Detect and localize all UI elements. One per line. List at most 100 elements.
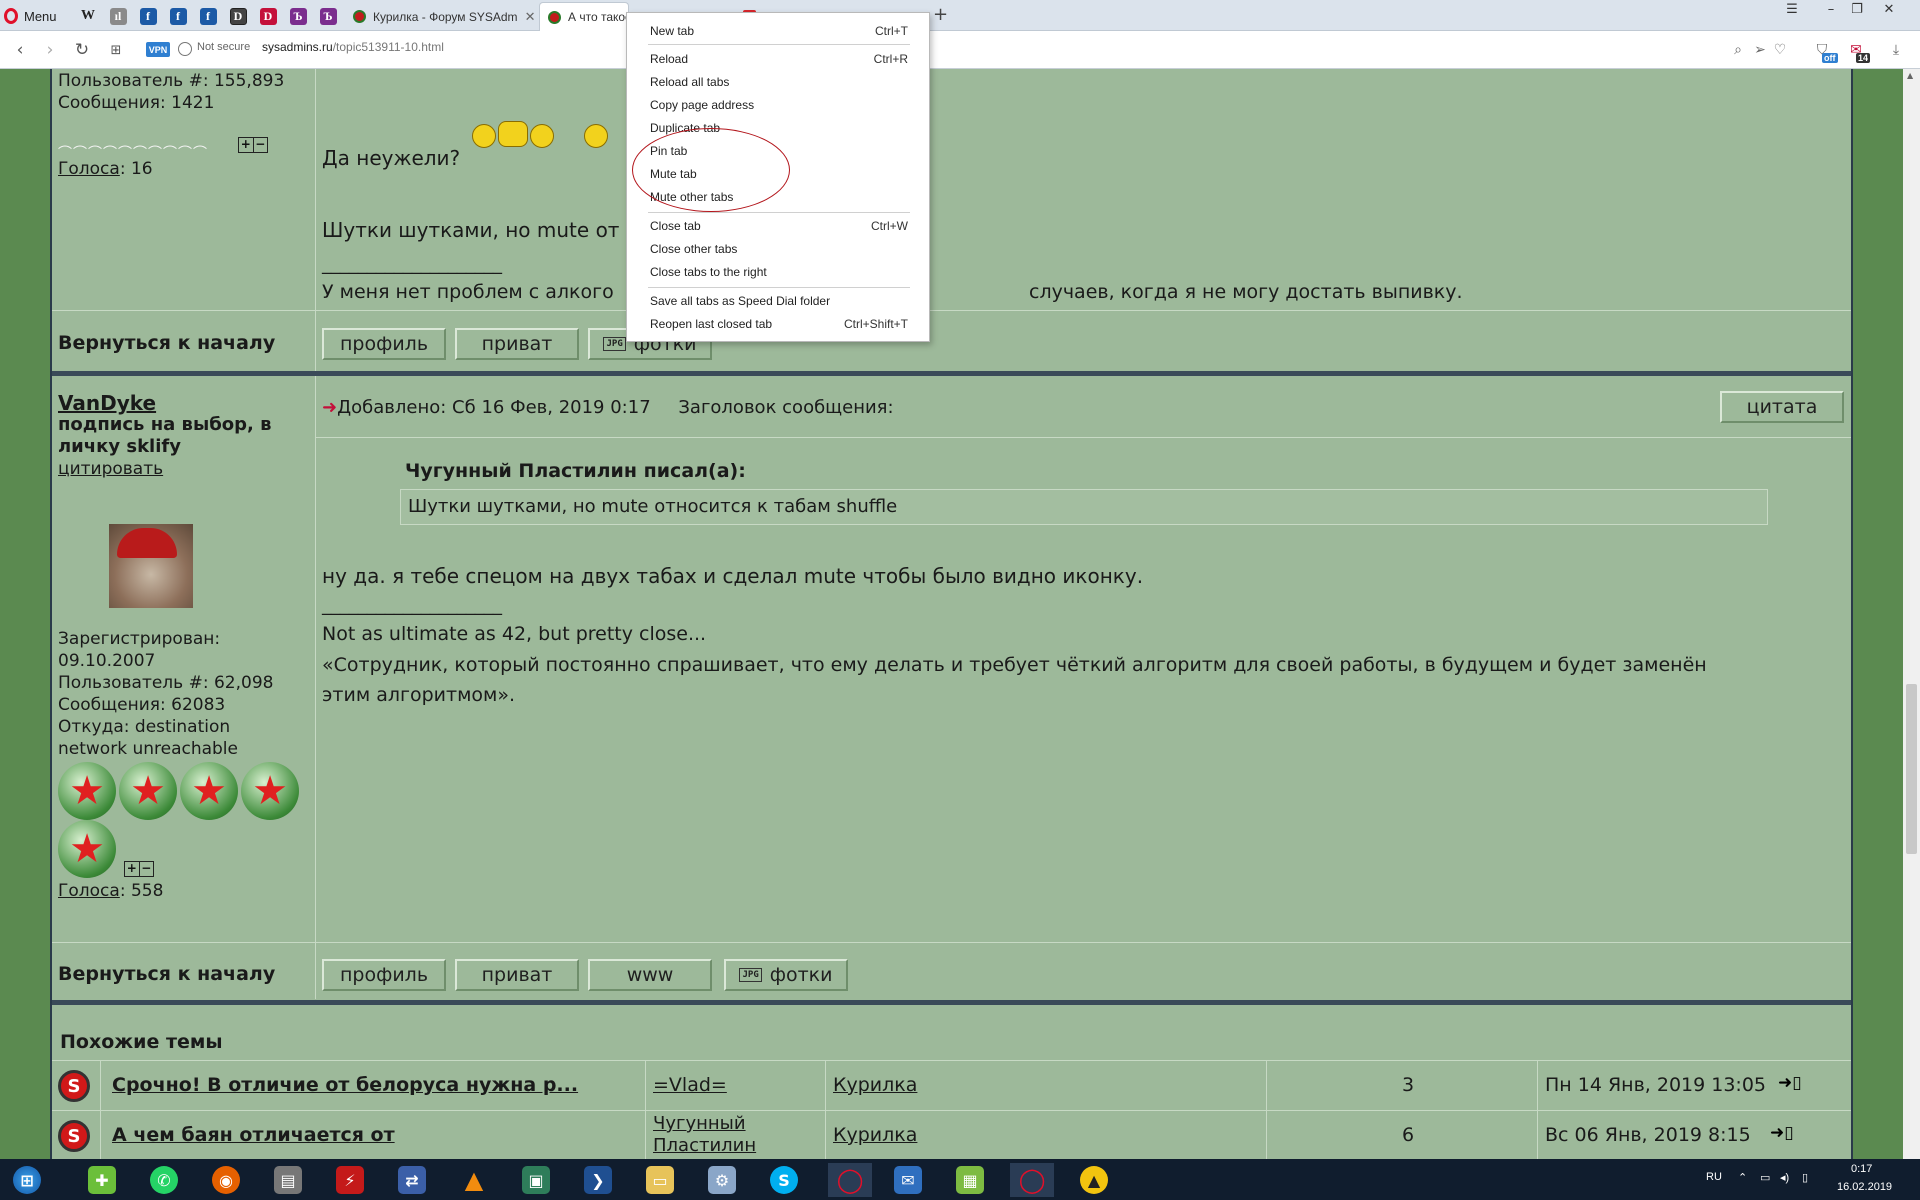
post2-expand-icon[interactable]: + −	[124, 861, 154, 877]
d-icon: D	[229, 7, 247, 25]
taskbar-app-scanner[interactable]: ▤	[270, 1163, 306, 1197]
post1-signature: У меня нет проблем с алкого	[322, 281, 614, 303]
post2-quote-button[interactable]: цитата	[1720, 391, 1844, 423]
pinned-tab-8[interactable]: Ъ	[286, 4, 310, 28]
topic-forum-link[interactable]: Курилка	[833, 1074, 917, 1096]
tab-active[interactable]: А что такое...	[539, 2, 629, 31]
download-icon[interactable]: ⤓	[1886, 40, 1906, 60]
start-button[interactable]: ⊞	[6, 1163, 48, 1197]
close-tab-icon[interactable]: ✕	[525, 9, 536, 25]
post1-private-button[interactable]: приват	[455, 328, 579, 360]
taskbar-app-powershell[interactable]: ❯	[580, 1163, 616, 1197]
tray-volume-icon[interactable]: ◂)	[1780, 1171, 1789, 1184]
taskbar-app-vlc[interactable]: ▲	[456, 1163, 492, 1197]
f-icon: f	[139, 7, 157, 25]
opera-menu-button[interactable]: Menu	[4, 4, 57, 28]
topic-author-link-line2[interactable]: Пластилин	[653, 1135, 756, 1156]
taskbar-app-firefox[interactable]: ◉	[208, 1163, 244, 1197]
taskbar-app-pdf[interactable]: ⚡	[332, 1163, 368, 1197]
post2-photos-button[interactable]: JPG фотки	[724, 959, 848, 991]
topic-author-link[interactable]: =Vlad=	[653, 1074, 727, 1096]
back-icon[interactable]: ‹	[8, 38, 32, 62]
pinned-tab-5[interactable]: f	[196, 4, 220, 28]
menu-item-reload-all[interactable]: Reload all tabs	[627, 71, 931, 93]
tabs-grid-icon[interactable]: ⊞	[104, 38, 128, 62]
reload-icon[interactable]: ↻	[70, 38, 94, 62]
topic-title-link[interactable]: А чем баян отличается от	[112, 1124, 395, 1146]
menu-item-save-speed-dial[interactable]: Save all tabs as Speed Dial folder	[627, 290, 931, 312]
clock-date[interactable]: 16.02.2019	[1837, 1181, 1892, 1193]
last-post-icon[interactable]: ➜▯	[1778, 1073, 1802, 1093]
taskbar-app-aimp[interactable]: ▲	[1076, 1163, 1112, 1197]
scrollbar-thumb[interactable]	[1906, 684, 1917, 854]
vpn-badge[interactable]: VPN	[146, 42, 170, 57]
wikipedia-icon: W	[81, 8, 95, 23]
topic-author-link[interactable]: Чугунный	[653, 1113, 746, 1134]
language-indicator[interactable]: RU	[1706, 1171, 1722, 1183]
post1-profile-button[interactable]: профиль	[322, 328, 446, 360]
post2-private-button[interactable]: приват	[455, 959, 579, 991]
not-secure-label[interactable]: Not secure	[197, 41, 250, 53]
votes-link[interactable]: Голоса	[58, 881, 120, 901]
votes-value: : 558	[119, 881, 164, 901]
tray-battery-icon[interactable]: ▯	[1802, 1171, 1808, 1184]
taskbar-app-opera[interactable]: ◯	[828, 1163, 872, 1197]
scroll-up-icon[interactable]: ▲	[1907, 71, 1913, 80]
menu-item-reopen-closed-tab[interactable]: Reopen last closed tab Ctrl+Shift+T	[627, 313, 931, 335]
tab-kurilka[interactable]: Курилка - Форум SYSAdm ✕	[345, 2, 537, 31]
pinned-tab-wikipedia[interactable]: W	[76, 4, 100, 28]
pinned-tab-6[interactable]: D	[226, 4, 250, 28]
taskbar-app-whatsapp[interactable]: ✆	[146, 1163, 182, 1197]
clock-time[interactable]: 0:17	[1851, 1163, 1872, 1175]
url-field[interactable]: sysadmins.ru/topic513911-10.html	[262, 40, 444, 54]
taskbar-app-android[interactable]: ▦	[952, 1163, 988, 1197]
heart-icon[interactable]: ♡	[1770, 40, 1790, 60]
taskbar-app-system[interactable]: ⚙	[704, 1163, 740, 1197]
menu-item-close-tab[interactable]: Close tab Ctrl+W	[627, 215, 931, 237]
post2-profile-button[interactable]: профиль	[322, 959, 446, 991]
pinned-tab-4[interactable]: f	[166, 4, 190, 28]
pinned-tab-7[interactable]: D	[256, 4, 280, 28]
post2-quote-link[interactable]: цитировать	[58, 459, 163, 479]
post1-expand-icon[interactable]: + −	[238, 137, 268, 153]
page-scrollbar[interactable]: ▲	[1903, 69, 1920, 1159]
pinned-tab-9[interactable]: Ъ	[316, 4, 340, 28]
sysadmins-favicon-icon	[353, 10, 366, 23]
post2-user-title: подпись на выбор, в личку sklify	[58, 414, 272, 457]
post2-www-button[interactable]: www	[588, 959, 712, 991]
pinned-tab-2[interactable]: ıl	[106, 4, 130, 28]
last-post-icon[interactable]: ➜▯	[1770, 1123, 1794, 1143]
votes-link[interactable]: Голоса	[58, 159, 120, 179]
new-tab-button[interactable]: +	[933, 4, 948, 25]
taskbar-app-monitor[interactable]: ▣	[518, 1163, 554, 1197]
tab-title: Курилка - Форум SYSAdm	[373, 9, 518, 24]
taskbar-app-puzzle[interactable]: ✚	[84, 1163, 120, 1197]
menu-item-new-tab[interactable]: New tab Ctrl+T	[627, 20, 931, 42]
page-content: Пользователь #: 155,893 Сообщения: 1421 …	[0, 69, 1920, 1159]
menu-item-reload[interactable]: Reload Ctrl+R	[627, 48, 931, 70]
post2-username[interactable]: VanDyke	[58, 391, 156, 415]
taskbar-app-network[interactable]: ⇄	[394, 1163, 430, 1197]
taskbar-app-mail[interactable]: ✉	[890, 1163, 926, 1197]
post1-back-to-top[interactable]: Вернуться к началу	[58, 332, 275, 354]
send-icon[interactable]: ➢	[1750, 40, 1770, 60]
close-window-icon[interactable]: ✕	[1876, 0, 1902, 18]
maximize-icon[interactable]: ❐	[1844, 0, 1870, 18]
topic-forum-link[interactable]: Курилка	[833, 1124, 917, 1146]
topic-title-link[interactable]: Срочно! В отличие от белоруса нужна р...	[112, 1074, 578, 1096]
search-icon[interactable]: ⌕	[1728, 40, 1748, 60]
minimize-icon[interactable]: –	[1818, 0, 1844, 18]
tray-expand-icon[interactable]: ⌃	[1738, 1171, 1747, 1184]
taskbar-app-skype[interactable]: S	[766, 1163, 802, 1197]
tray-network-icon[interactable]: ▭	[1760, 1171, 1770, 1184]
forward-icon[interactable]: ›	[38, 38, 62, 62]
pinned-tab-3[interactable]: f	[136, 4, 160, 28]
taskbar-app-opera-2[interactable]: ◯	[1010, 1163, 1054, 1197]
menu-item-close-tabs-right[interactable]: Close tabs to the right	[627, 261, 931, 283]
taskbar-app-explorer[interactable]: ▭	[642, 1163, 678, 1197]
menu-item-copy-address[interactable]: Copy page address	[627, 94, 931, 116]
post2-back-to-top[interactable]: Вернуться к началу	[58, 963, 275, 985]
menu-item-close-other-tabs[interactable]: Close other tabs	[627, 238, 931, 260]
post2-signature3: этим алгоритмом».	[322, 684, 516, 706]
tab-menu-icon[interactable]: ☰	[1779, 0, 1805, 18]
